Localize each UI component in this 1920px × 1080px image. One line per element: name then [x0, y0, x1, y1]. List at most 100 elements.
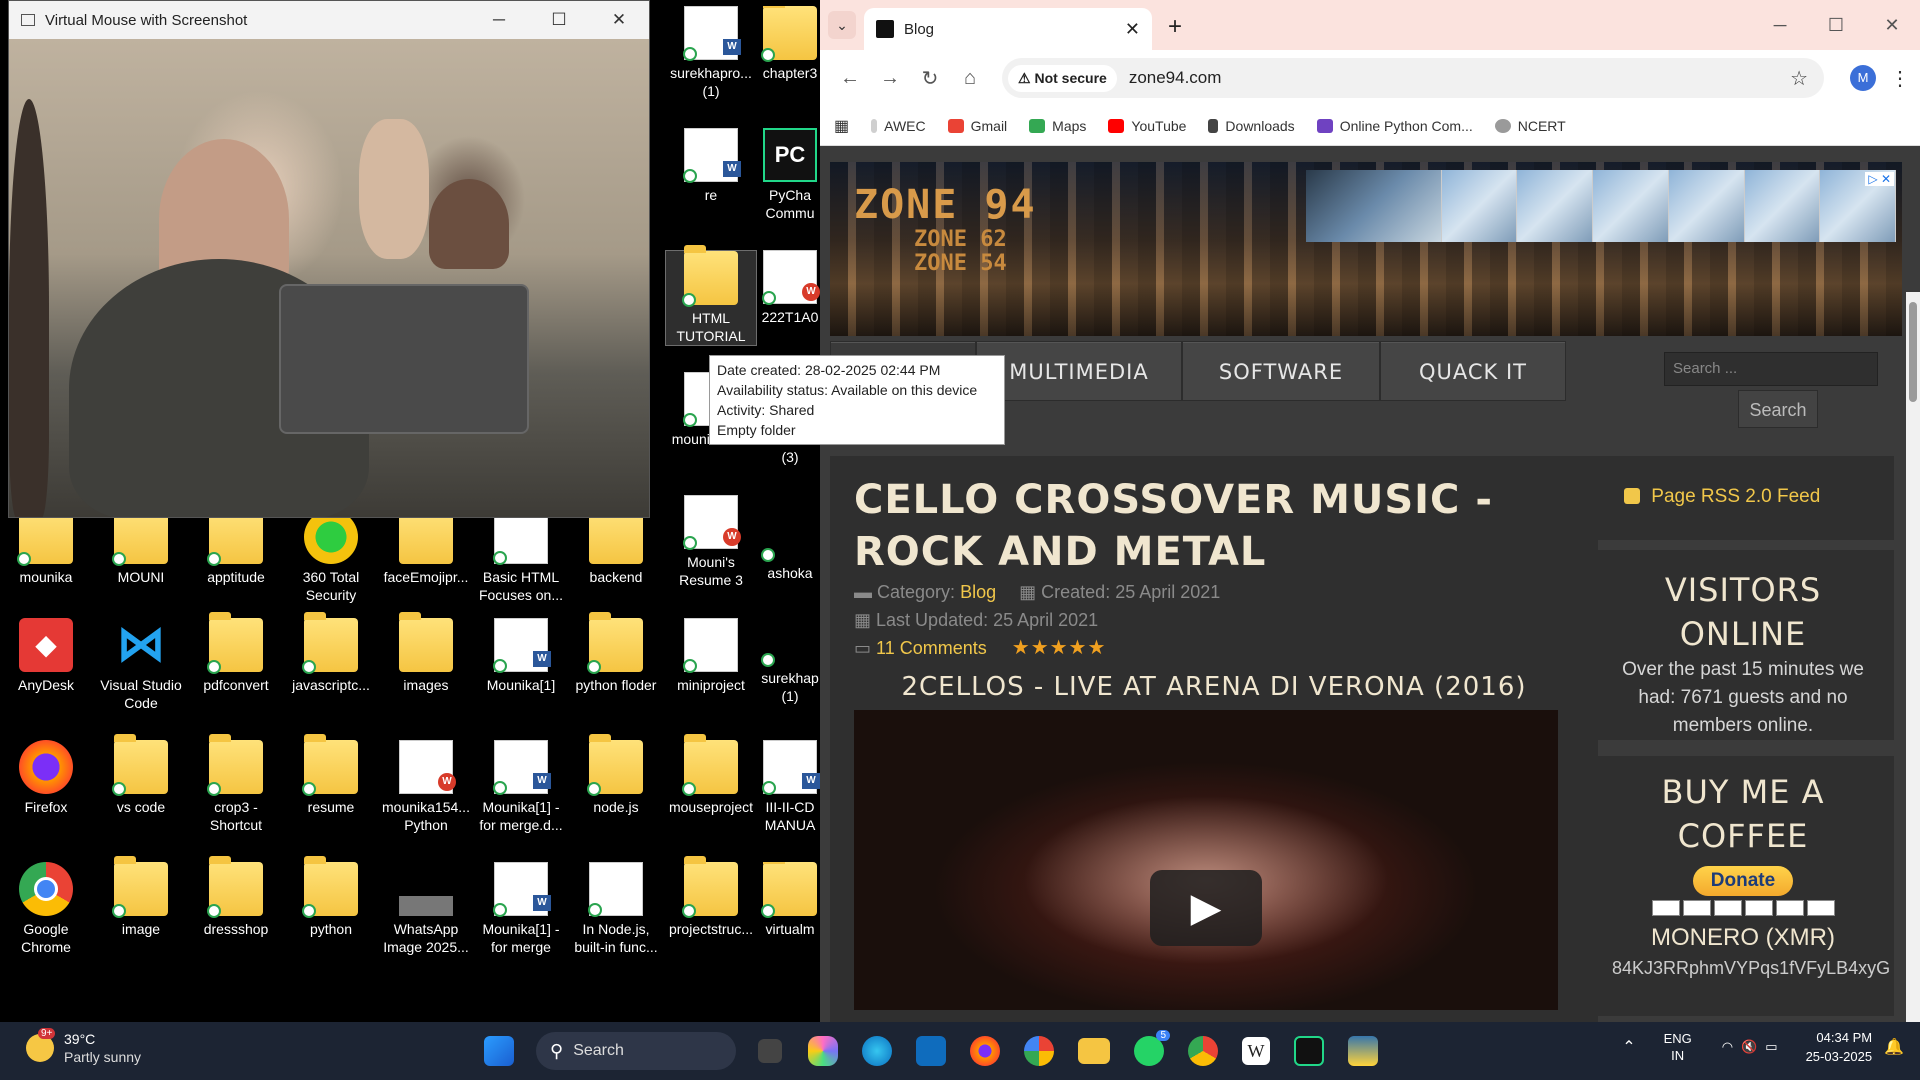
donate-button[interactable]: Donate [1692, 866, 1794, 896]
tab-blog[interactable]: Blog ✕ [864, 8, 1152, 50]
desktop-icon[interactable]: mouseproject [665, 734, 757, 816]
security-indicator[interactable]: ⚠ Not secure [1008, 64, 1117, 92]
scrollbar-thumb[interactable] [1909, 302, 1917, 402]
desktop-icon[interactable]: W Mounika[1] - for merge.d... [475, 740, 567, 834]
desktop-icon[interactable]: chapter3 [757, 6, 823, 82]
page-scrollbar[interactable] [1906, 292, 1920, 1022]
comments-link[interactable]: 11 Comments [876, 638, 987, 658]
whatsapp-icon[interactable]: 5 [1134, 1030, 1170, 1066]
desktop-icon[interactable]: ◆ AnyDesk [0, 618, 92, 694]
monero-address[interactable]: 84KJ3RRphmVYPqs1fVFyLB4xyG [1612, 958, 1890, 979]
copilot-icon[interactable] [808, 1036, 838, 1066]
desktop-icon[interactable]: javascriptc... [285, 612, 377, 694]
chrome-icon[interactable] [1188, 1036, 1218, 1066]
forward-icon[interactable]: → [870, 67, 910, 90]
desktop-icon[interactable]: In Node.js, built-in func... [570, 862, 662, 956]
desktop-icon[interactable]: W surekhapro... (1) [665, 6, 757, 100]
pycharm-icon[interactable] [1294, 1036, 1324, 1066]
taskbar-search[interactable]: ⚲ Search [536, 1032, 736, 1070]
menu-icon[interactable]: ⋮ [1890, 66, 1910, 91]
rss-link[interactable]: Page RSS 2.0 Feed [1651, 486, 1820, 507]
embedded-video[interactable]: ▶ [854, 710, 1558, 1010]
minimize-button[interactable]: ─ [469, 10, 529, 30]
desktop-icon[interactable]: miniproject [665, 618, 757, 694]
apps-grid-icon[interactable]: ▦ [834, 116, 849, 136]
desktop-icon[interactable]: surekhap (1) [757, 635, 823, 705]
file-explorer-icon[interactable] [1078, 1038, 1110, 1064]
notifications-icon[interactable]: 🔔 [1884, 1037, 1904, 1057]
desktop-icon[interactable]: ashoka [757, 530, 823, 582]
desktop-icon[interactable]: vs code [95, 734, 187, 816]
bookmark-gmail[interactable]: Gmail [947, 118, 1007, 134]
back-icon[interactable]: ← [830, 67, 870, 90]
desktop-icon[interactable]: python floder [570, 612, 662, 694]
language-indicator[interactable]: ENG IN [1664, 1030, 1692, 1064]
site-search-button[interactable]: Search [1738, 390, 1818, 428]
bookmark-online-python[interactable]: Online Python Com... [1316, 118, 1473, 134]
bookmark-awec[interactable]: AWEC [871, 118, 926, 134]
address-bar[interactable]: ⚠ Not secure zone94.com ☆ [1002, 58, 1824, 98]
close-tab-icon[interactable]: ✕ [1125, 19, 1140, 40]
desktop-icon[interactable]: ⋈ Visual Studio Code [95, 618, 187, 712]
outlook-icon[interactable] [916, 1036, 946, 1066]
desktop-icon[interactable]: faceEmojipr... [380, 504, 472, 586]
network-volume-battery-icons[interactable]: ◠🔇▭ [1722, 1039, 1786, 1055]
maximize-button[interactable]: ☐ [1808, 0, 1864, 50]
bookmark-ncert[interactable]: NCERT [1494, 118, 1566, 134]
desktop-icon[interactable]: pdfconvert [190, 612, 282, 694]
url-text[interactable]: zone94.com [1129, 68, 1222, 88]
desktop-icon[interactable]: Google Chrome [0, 862, 92, 956]
desktop-icon[interactable]: PC PyCha Commu [757, 128, 823, 222]
clock[interactable]: 04:34 PM 25-03-2025 [1806, 1028, 1873, 1066]
desktop-icon[interactable]: dressshop [190, 856, 282, 938]
nav-item-quack-it[interactable]: QUACK IT [1380, 341, 1566, 401]
desktop-icon-selected[interactable]: HTML TUTORIAL [665, 245, 757, 346]
bookmark-maps[interactable]: Maps [1029, 118, 1086, 134]
google-icon[interactable] [1024, 1036, 1054, 1066]
star-rating[interactable]: ★★★★★ [1012, 637, 1107, 659]
nav-item-software[interactable]: SOFTWARE [1182, 341, 1380, 401]
firefox-icon[interactable] [970, 1036, 1000, 1066]
desktop-icon[interactable]: W Mouni's Resume 3 [665, 495, 757, 589]
advertisement-banner[interactable]: ▷ ✕ [1306, 170, 1897, 242]
ad-close-icon[interactable]: ▷ ✕ [1865, 172, 1894, 186]
edge-icon[interactable] [862, 1036, 892, 1066]
nav-item-multimedia[interactable]: MULTIMEDIA [976, 341, 1182, 401]
task-view-icon[interactable] [758, 1039, 782, 1063]
close-button[interactable]: ✕ [1864, 0, 1920, 50]
desktop-icon[interactable]: projectstruc... [665, 856, 757, 938]
wikipedia-icon[interactable]: W [1242, 1037, 1270, 1065]
desktop-icon[interactable]: resume [285, 734, 377, 816]
minimize-button[interactable]: ─ [1752, 0, 1808, 50]
desktop-icon[interactable]: crop3 - Shortcut [190, 734, 282, 834]
bookmark-star-icon[interactable]: ☆ [1790, 66, 1808, 91]
maximize-button[interactable]: ☐ [529, 10, 589, 30]
desktop-icon[interactable]: W 222T1A0 [757, 250, 823, 326]
site-logo[interactable]: ZONE 94 ZONE 62 ZONE 54 [854, 182, 1037, 276]
desktop-icon[interactable]: Firefox [0, 740, 92, 816]
desktop-icon[interactable]: python [285, 856, 377, 938]
site-search-input[interactable]: Search ... [1664, 352, 1878, 386]
desktop-icon[interactable]: mounika [0, 504, 92, 586]
desktop-icon[interactable]: W Mounika[1] [475, 618, 567, 694]
home-icon[interactable]: ⌂ [950, 67, 990, 90]
tab-search-button[interactable]: ⌄ [828, 11, 856, 39]
play-icon[interactable]: ▶ [1150, 870, 1262, 946]
desktop-icon[interactable]: node.js [570, 734, 662, 816]
desktop-icon[interactable]: virtualm [757, 862, 823, 938]
desktop-icon[interactable]: W re [665, 128, 757, 204]
new-tab-button[interactable]: + [1168, 13, 1182, 41]
window-titlebar[interactable]: Virtual Mouse with Screenshot ─ ☐ ✕ [9, 1, 649, 39]
article-title[interactable]: CELLO CROSSOVER MUSIC - ROCK AND METAL [854, 474, 1574, 578]
desktop-icon[interactable]: Wmounika154... Python [380, 740, 472, 834]
desktop-icon[interactable]: Basic HTML Focuses on... [475, 510, 567, 604]
category-link[interactable]: Blog [960, 582, 996, 602]
start-icon[interactable] [484, 1036, 514, 1066]
bookmark-youtube[interactable]: YouTube [1108, 118, 1186, 134]
python-icon[interactable] [1348, 1036, 1378, 1066]
desktop-icon[interactable]: W III-II-CD MANUA [757, 740, 823, 834]
close-button[interactable]: ✕ [589, 10, 649, 30]
chevron-up-icon[interactable]: ⌃ [1622, 1037, 1635, 1057]
browser-window[interactable]: ⌄ Blog ✕ + ─ ☐ ✕ ← → ↻ ⌂ ⚠ Not secure zo… [820, 0, 1920, 1022]
profile-avatar[interactable]: M [1850, 65, 1876, 91]
